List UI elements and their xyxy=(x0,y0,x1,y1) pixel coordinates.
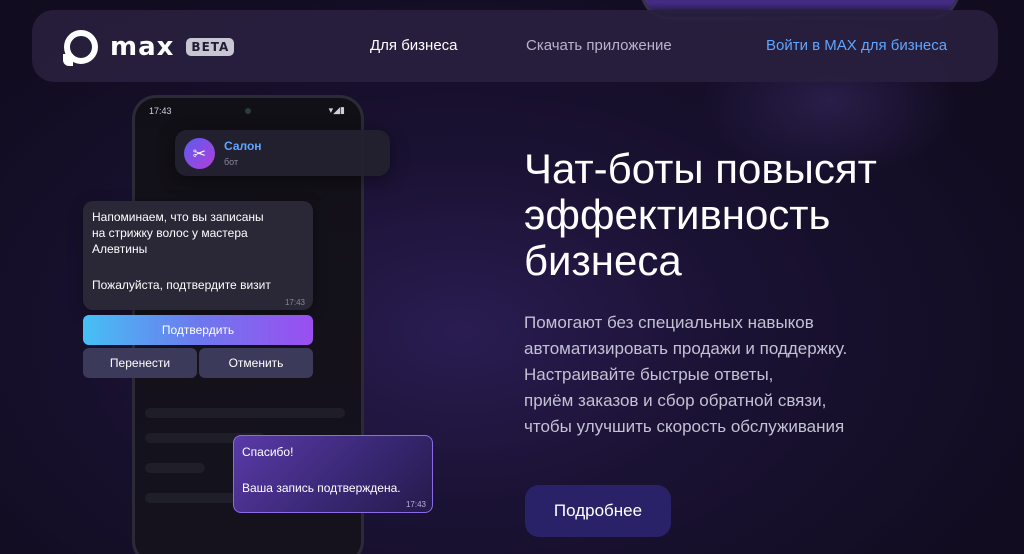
message-time: 17:43 xyxy=(284,298,305,307)
bot-chat-header: ✂ Салон бот xyxy=(175,130,390,176)
reminder-confirm-request: Пожалуйста, подтвердите визит xyxy=(92,278,271,292)
cancel-button[interactable]: Отменить xyxy=(199,348,313,378)
bot-label: бот xyxy=(224,157,239,167)
phone-blurred-row xyxy=(145,408,345,418)
bot-name: Салон xyxy=(224,139,262,153)
reminder-text: Напоминаем, что вы записаны на стрижку в… xyxy=(92,210,264,256)
phone-status-icons: ▾◢▮ xyxy=(328,106,345,116)
logo-text: max xyxy=(110,32,175,62)
beta-badge: BETA xyxy=(186,38,235,56)
confirmation-text: Ваша запись подтверждена. xyxy=(242,481,401,495)
thanks-text: Спасибо! xyxy=(242,445,294,459)
confirm-button[interactable]: Подтвердить xyxy=(83,315,313,345)
nav-link-business[interactable]: Для бизнеса xyxy=(370,37,458,54)
learn-more-button[interactable]: Подробнее xyxy=(525,485,671,537)
confirmation-message-bubble: Спасибо! Ваша запись подтверждена. 17:43 xyxy=(233,435,433,513)
hero-description: Помогают без специальных навыков автомат… xyxy=(524,310,944,440)
phone-camera-dot xyxy=(245,108,251,114)
hero-description-line: Помогают без специальных навыков xyxy=(524,313,814,332)
max-logo[interactable]: max BETA xyxy=(63,30,235,66)
hero-title-line: бизнеса xyxy=(524,237,682,284)
hero-description-line: Настраивайте быстрые ответы, xyxy=(524,365,774,384)
scissors-icon: ✂ xyxy=(184,138,215,169)
hero-title-line: Чат-боты повысят xyxy=(524,145,877,192)
phone-blurred-row xyxy=(145,463,205,473)
max-logo-icon xyxy=(63,30,98,66)
hero-description-line: чтобы улучшить скорость обслуживания xyxy=(524,417,845,436)
reminder-message-bubble: Напоминаем, что вы записаны на стрижку в… xyxy=(83,201,313,310)
hero-description-line: приём заказов и сбор обратной связи, xyxy=(524,391,827,410)
phone-clock: 17:43 xyxy=(149,106,172,116)
top-navigation-bar: max BETA Для бизнеса Скачать приложение … xyxy=(32,10,998,82)
login-business-link[interactable]: Войти в MAX для бизнеса xyxy=(766,37,947,54)
message-time: 17:43 xyxy=(405,500,426,509)
hero-description-line: автоматизировать продажи и поддержку. xyxy=(524,339,848,358)
reschedule-button[interactable]: Перенести xyxy=(83,348,197,378)
hero-title: Чат-боты повысят эффективность бизнеса xyxy=(524,146,964,284)
hero-title-line: эффективность xyxy=(524,191,831,238)
nav-link-download-app[interactable]: Скачать приложение xyxy=(526,37,672,54)
